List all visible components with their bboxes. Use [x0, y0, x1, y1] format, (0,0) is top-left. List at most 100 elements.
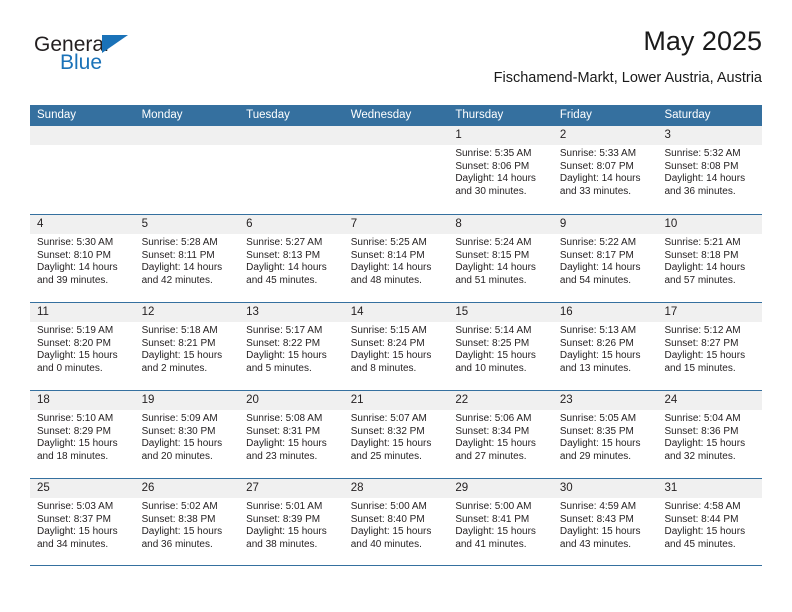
day-daylight2-text: and 32 minutes. [664, 450, 736, 462]
day-number-band: 16 [552, 303, 658, 322]
calendar-day-cell[interactable]: 1 Sunrise: 5:35 AM Sunset: 8:06 PM Daylight… [448, 126, 553, 214]
day-sunrise-text: Sunrise: 5:28 AM [141, 237, 218, 248]
day-number: 26 [141, 482, 155, 494]
day-number-band: 23 [552, 391, 658, 410]
day-sunset-text: Sunset: 8:34 PM [455, 425, 530, 437]
day-daylight2-text: and 0 minutes. [37, 362, 103, 374]
page-subtitle: Fischamend-Markt, Lower Austria, Austria [493, 70, 762, 86]
day-number: 14 [350, 306, 364, 318]
day-sun-info: Sunrise: 5:27 AM Sunset: 8:13 PM Daylight:… [239, 234, 344, 287]
day-daylight2-text: and 10 minutes. [455, 362, 527, 374]
day-number: 8 [455, 218, 462, 230]
calendar-day-cell[interactable]: 2 Sunrise: 5:33 AM Sunset: 8:07 PM Daylight… [552, 126, 658, 214]
day-sunset-text: Sunset: 8:07 PM [559, 160, 634, 172]
day-sunrise-text: Sunrise: 5:18 AM [141, 325, 218, 336]
day-sunrise-text: Sunrise: 5:05 AM [559, 413, 637, 424]
calendar-day-cell-empty [30, 126, 135, 214]
day-sunset-text: Sunset: 8:18 PM [664, 249, 739, 261]
day-sunrise-text: Sunrise: 5:12 AM [664, 325, 741, 336]
calendar-day-cell[interactable]: 13 Sunrise: 5:17 AM Sunset: 8:22 PM Dayligh… [239, 303, 344, 390]
day-number-band: 1 [448, 126, 553, 145]
day-number: 6 [246, 218, 253, 230]
calendar-day-cell[interactable]: 14 Sunrise: 5:15 AM Sunset: 8:24 PM Dayligh… [343, 303, 449, 390]
day-daylight2-text: and 18 minutes. [37, 450, 109, 462]
day-daylight2-text: and 38 minutes. [246, 538, 318, 550]
calendar-day-cell[interactable]: 23 Sunrise: 5:05 AM Sunset: 8:35 PM Dayligh… [552, 391, 658, 478]
calendar-day-cell[interactable]: 16 Sunrise: 5:13 AM Sunset: 8:26 PM Dayligh… [552, 303, 658, 390]
calendar-day-cell[interactable]: 25 Sunrise: 5:03 AM Sunset: 8:37 PM Dayligh… [30, 479, 135, 565]
day-daylight2-text: and 5 minutes. [246, 362, 312, 374]
day-sunset-text: Sunset: 8:44 PM [664, 513, 739, 525]
day-daylight2-text: and 2 minutes. [141, 362, 208, 374]
calendar-day-cell[interactable]: 27 Sunrise: 5:01 AM Sunset: 8:39 PM Dayligh… [239, 479, 344, 565]
day-daylight1-text: Daylight: 14 hours [246, 262, 327, 274]
day-sun-info: Sunrise: 5:35 AM Sunset: 8:06 PM Daylight:… [448, 145, 553, 198]
calendar-day-cell[interactable]: 10 Sunrise: 5:21 AM Sunset: 8:18 PM Dayligh… [657, 215, 763, 302]
calendar-day-cell[interactable]: 17 Sunrise: 5:12 AM Sunset: 8:27 PM Dayligh… [657, 303, 763, 390]
weekday-header-monday: Monday [141, 109, 183, 121]
day-number-band: 3 [657, 126, 763, 145]
day-sun-info: Sunrise: 5:01 AM Sunset: 8:39 PM Daylight:… [239, 498, 344, 551]
calendar-day-cell[interactable]: 21 Sunrise: 5:07 AM Sunset: 8:32 PM Dayligh… [343, 391, 449, 478]
day-number-band [343, 126, 449, 145]
calendar-day-cell[interactable]: 12 Sunrise: 5:18 AM Sunset: 8:21 PM Dayligh… [134, 303, 240, 390]
calendar-week-row: 4 Sunrise: 5:30 AM Sunset: 8:10 PM Daylight… [30, 214, 763, 302]
day-number: 24 [664, 394, 678, 406]
calendar-page: General Blue May 2025 Fischamend-Markt, … [0, 0, 792, 612]
day-daylight2-text: and 33 minutes. [559, 185, 632, 197]
day-sun-info: Sunrise: 5:00 AM Sunset: 8:40 PM Daylight:… [344, 498, 449, 551]
calendar-day-cell[interactable]: 31 Sunrise: 4:58 AM Sunset: 8:44 PM Dayligh… [657, 479, 763, 565]
day-number-band: 25 [30, 479, 135, 498]
page-header: General Blue May 2025 Fischamend-Markt, … [30, 26, 762, 98]
calendar-day-cell[interactable]: 20 Sunrise: 5:08 AM Sunset: 8:31 PM Dayligh… [239, 391, 344, 478]
day-daylight1-text: Daylight: 15 hours [246, 438, 327, 450]
day-number-band: 7 [343, 215, 449, 234]
calendar-day-cell[interactable]: 22 Sunrise: 5:06 AM Sunset: 8:34 PM Dayligh… [448, 391, 553, 478]
calendar-day-cell[interactable]: 6 Sunrise: 5:27 AM Sunset: 8:13 PM Daylight… [239, 215, 344, 302]
day-number-band [239, 126, 344, 145]
calendar-day-cell[interactable]: 18 Sunrise: 5:10 AM Sunset: 8:29 PM Dayligh… [30, 391, 135, 478]
calendar-day-cell[interactable]: 30 Sunrise: 4:59 AM Sunset: 8:43 PM Dayligh… [552, 479, 658, 565]
day-daylight1-text: Daylight: 15 hours [350, 438, 432, 450]
day-sunset-text: Sunset: 8:43 PM [559, 513, 634, 525]
calendar-day-cell[interactable]: 7 Sunrise: 5:25 AM Sunset: 8:14 PM Daylight… [343, 215, 449, 302]
page-title: May 2025 [643, 26, 762, 56]
day-number-band: 28 [343, 479, 449, 498]
calendar-day-cell[interactable]: 26 Sunrise: 5:02 AM Sunset: 8:38 PM Dayligh… [134, 479, 240, 565]
day-sunrise-text: Sunrise: 5:19 AM [37, 325, 114, 336]
day-sunrise-text: Sunrise: 4:58 AM [664, 501, 741, 512]
day-number-band: 18 [30, 391, 135, 410]
day-number: 30 [559, 482, 573, 494]
calendar-day-cell[interactable]: 3 Sunrise: 5:32 AM Sunset: 8:08 PM Daylight… [657, 126, 763, 214]
day-daylight1-text: Daylight: 14 hours [559, 173, 641, 185]
weekday-header-wednesday: Wednesday [350, 109, 412, 121]
calendar-day-cell[interactable]: 5 Sunrise: 5:28 AM Sunset: 8:11 PM Daylight… [134, 215, 240, 302]
day-number: 31 [664, 482, 678, 494]
calendar-day-cell[interactable]: 19 Sunrise: 5:09 AM Sunset: 8:30 PM Dayligh… [134, 391, 240, 478]
day-number: 13 [246, 306, 259, 318]
day-daylight1-text: Daylight: 14 hours [37, 262, 118, 274]
calendar-day-cell-empty [343, 126, 449, 214]
day-daylight1-text: Daylight: 15 hours [350, 526, 432, 538]
calendar-day-cell[interactable]: 24 Sunrise: 5:04 AM Sunset: 8:36 PM Dayligh… [657, 391, 763, 478]
calendar-day-cell[interactable]: 4 Sunrise: 5:30 AM Sunset: 8:10 PM Daylight… [30, 215, 135, 302]
weekday-header-thursday: Thursday [455, 109, 504, 121]
day-daylight2-text: and 27 minutes. [455, 450, 527, 462]
day-sun-info: Sunrise: 5:24 AM Sunset: 8:15 PM Daylight:… [448, 234, 553, 287]
day-sunset-text: Sunset: 8:22 PM [246, 337, 321, 349]
day-sunrise-text: Sunrise: 5:09 AM [141, 413, 218, 424]
day-sun-info: Sunrise: 5:00 AM Sunset: 8:41 PM Daylight:… [448, 498, 553, 551]
calendar-day-cell[interactable]: 9 Sunrise: 5:22 AM Sunset: 8:17 PM Daylight… [552, 215, 658, 302]
calendar-day-cell[interactable]: 11 Sunrise: 5:19 AM Sunset: 8:20 PM Dayligh… [30, 303, 135, 390]
day-daylight1-text: Daylight: 15 hours [664, 526, 746, 538]
day-sun-info: Sunrise: 4:58 AM Sunset: 8:44 PM Daylight:… [657, 498, 762, 551]
logo-triangle-icon [102, 35, 128, 53]
calendar-day-cell[interactable]: 8 Sunrise: 5:24 AM Sunset: 8:15 PM Daylight… [448, 215, 553, 302]
day-daylight1-text: Daylight: 15 hours [455, 438, 536, 450]
day-number: 3 [664, 129, 671, 141]
calendar-day-cell[interactable]: 28 Sunrise: 5:00 AM Sunset: 8:40 PM Dayligh… [343, 479, 449, 565]
day-sunset-text: Sunset: 8:06 PM [455, 160, 530, 172]
calendar-day-cell[interactable]: 29 Sunrise: 5:00 AM Sunset: 8:41 PM Dayligh… [448, 479, 553, 565]
calendar-day-cell[interactable]: 15 Sunrise: 5:14 AM Sunset: 8:25 PM Dayligh… [448, 303, 553, 390]
day-number-band: 31 [657, 479, 763, 498]
